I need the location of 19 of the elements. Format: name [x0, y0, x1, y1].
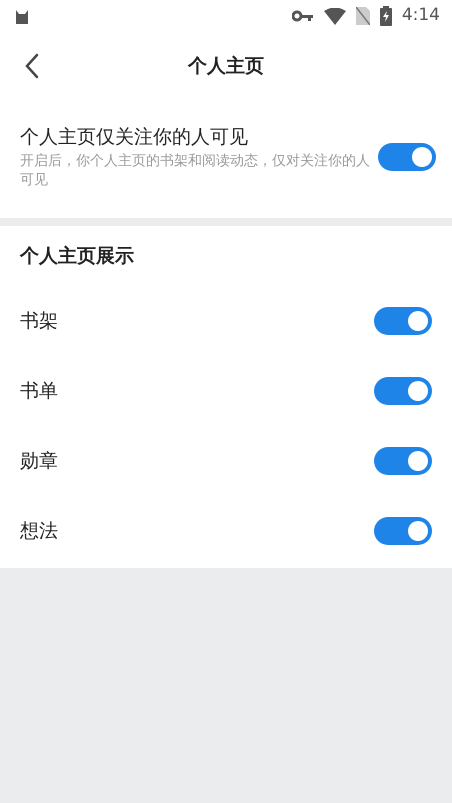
- section-heading: 个人主页展示: [20, 244, 134, 269]
- toggle-switch[interactable]: [374, 377, 432, 405]
- setting-description: 开启后，你个人主页的书架和阅读动态，仅对关注你的人可见: [20, 152, 371, 190]
- setting-title: 个人主页仅关注你的人可见: [20, 125, 249, 150]
- toggle-switch[interactable]: [374, 447, 432, 475]
- setting-label: 书架: [20, 308, 58, 334]
- setting-label: 勋章: [20, 448, 58, 474]
- battery-icon: [380, 6, 392, 26]
- setting-label: 书单: [20, 378, 58, 404]
- key-icon: [292, 10, 314, 22]
- no-sim-icon: [356, 7, 370, 25]
- toggle-switch[interactable]: [374, 517, 432, 545]
- status-time: 4:14: [402, 4, 440, 28]
- setting-label: 想法: [20, 518, 58, 544]
- toggle-switch[interactable]: [378, 143, 436, 171]
- back-icon: [25, 53, 39, 79]
- wifi-icon: [324, 8, 346, 24]
- page-title: 个人主页: [188, 54, 264, 79]
- toggle-switch[interactable]: [374, 307, 432, 335]
